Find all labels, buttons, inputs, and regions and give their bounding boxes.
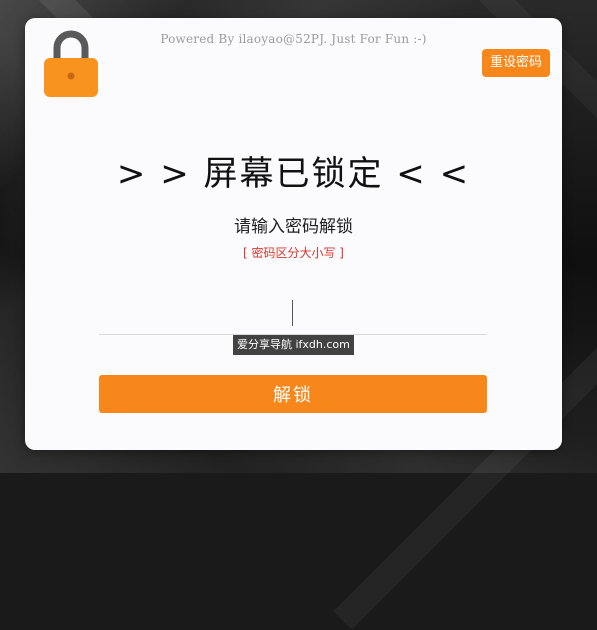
watermark-label: 爱分享导航 ifxdh.com (233, 335, 354, 355)
case-sensitive-hint: [ 密码区分大小写 ] (243, 246, 344, 260)
text-caret (292, 300, 293, 326)
reset-password-button[interactable]: 重设密码 (481, 49, 550, 77)
page-title: > > 屏幕已锁定 < < (116, 154, 471, 194)
unlock-prompt: 请输入密码解锁 (234, 217, 353, 237)
unlock-button[interactable]: 解锁 (99, 375, 487, 413)
password-input[interactable] (99, 294, 487, 335)
lock-card: Powered By ilaoyao@52PJ. Just For Fun :-… (25, 18, 562, 450)
powered-by-text: Powered By ilaoyao@52PJ. Just For Fun :-… (160, 32, 427, 46)
